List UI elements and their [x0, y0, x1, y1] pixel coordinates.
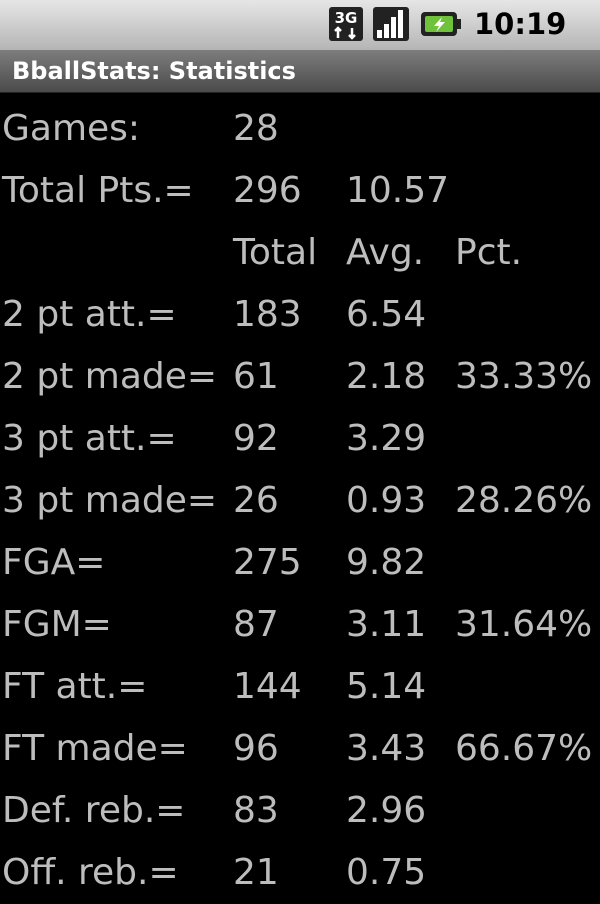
app-title: BballStats: Statistics — [12, 57, 296, 85]
table-row: FT att.= 144 5.14 — [0, 656, 600, 718]
row-total: 61 — [233, 356, 279, 397]
table-row: FGA= 275 9.82 — [0, 532, 600, 594]
row-pct: 28.26% — [455, 480, 593, 521]
row-label: FT made= — [2, 728, 188, 769]
table-row: 3 pt att.= 92 3.29 — [0, 408, 600, 470]
signal-strength-icon — [373, 7, 409, 41]
row-pct: 66.67% — [455, 728, 593, 769]
row-label: 2 pt made= — [2, 356, 218, 397]
row-pct: 31.64% — [455, 604, 593, 645]
header-total: Total — [233, 232, 318, 273]
clock-time: 10:19 — [474, 7, 567, 41]
header-avg: Avg. — [346, 232, 425, 273]
table-row: 2 pt made= 61 2.18 33.33% — [0, 346, 600, 408]
row-label: Off. reb.= — [2, 852, 179, 893]
row-total: 183 — [233, 294, 302, 335]
row-avg: 5.14 — [346, 666, 427, 707]
row-label: Def. reb.= — [2, 790, 186, 831]
row-total: 144 — [233, 666, 302, 707]
title-bar: BballStats: Statistics — [0, 50, 600, 93]
row-label: FGM= — [2, 604, 112, 645]
total-points-value: 296 — [233, 170, 302, 211]
row-label: FT att.= — [2, 666, 148, 707]
row-total: 275 — [233, 542, 302, 583]
battery-charging-icon — [421, 12, 461, 36]
row-label: 2 pt att.= — [2, 294, 177, 335]
svg-text:3G: 3G — [335, 9, 358, 27]
table-row: Def. reb.= 83 2.96 — [0, 780, 600, 842]
row-avg: 6.54 — [346, 294, 427, 335]
total-points-label: Total Pts.= — [2, 170, 194, 211]
row-avg: 3.43 — [346, 728, 427, 769]
table-row: 2 pt att.= 183 6.54 — [0, 284, 600, 346]
row-total: 96 — [233, 728, 279, 769]
row-avg: 2.96 — [346, 790, 427, 831]
row-avg: 3.29 — [346, 418, 427, 459]
row-label: FGA= — [2, 542, 106, 583]
row-avg: 9.82 — [346, 542, 427, 583]
row-avg: 3.11 — [346, 604, 427, 645]
row-label: 3 pt att.= — [2, 418, 177, 459]
status-bar: 3G 10:19 PM — [0, 0, 600, 75]
total-points-avg: 10.57 — [346, 170, 450, 211]
row-label: 3 pt made= — [2, 480, 218, 521]
row-avg: 0.93 — [346, 480, 427, 521]
row-total: 92 — [233, 418, 279, 459]
table-row: Off. reb.= 21 0.75 — [0, 842, 600, 904]
row-total: 21 — [233, 852, 279, 893]
row-avg: 2.18 — [346, 356, 427, 397]
row-total: 26 — [233, 480, 279, 521]
column-header-row: Total Avg. Pct. — [0, 222, 600, 284]
games-row: Games: 28 — [0, 98, 600, 160]
total-points-row: Total Pts.= 296 10.57 — [0, 160, 600, 222]
table-row: 3 pt made= 26 0.93 28.26% — [0, 470, 600, 532]
3g-network-icon: 3G — [329, 7, 363, 41]
header-pct: Pct. — [455, 232, 523, 273]
row-total: 87 — [233, 604, 279, 645]
row-avg: 0.75 — [346, 852, 427, 893]
table-row: FGM= 87 3.11 31.64% — [0, 594, 600, 656]
games-value: 28 — [233, 108, 279, 149]
row-pct: 33.33% — [455, 356, 593, 397]
games-label: Games: — [2, 108, 141, 149]
row-total: 83 — [233, 790, 279, 831]
table-row: FT made= 96 3.43 66.67% — [0, 718, 600, 780]
